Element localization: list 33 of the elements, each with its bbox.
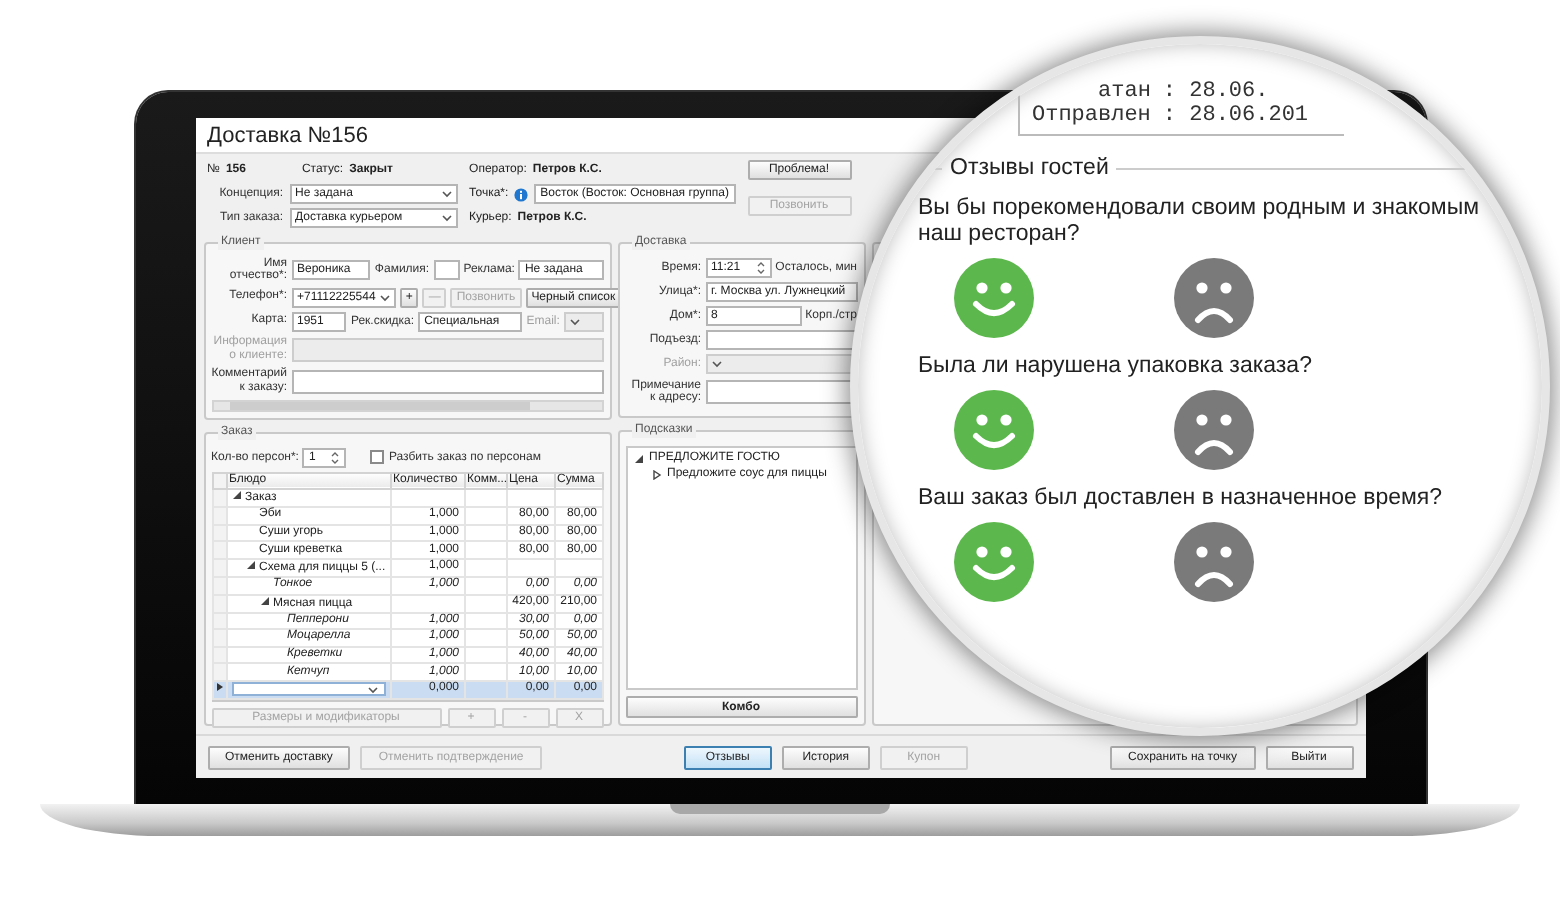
question-text: Была ли нарушена упаковка заказа? — [918, 354, 1314, 380]
sad-face-icon[interactable] — [1174, 390, 1254, 470]
spin-arrows-icon[interactable] — [755, 260, 766, 276]
caret-icon — [379, 293, 390, 302]
smiley-face-icon[interactable] — [954, 258, 1034, 338]
checkbox[interactable] — [370, 450, 385, 465]
smiley-face-icon[interactable] — [954, 522, 1034, 602]
question-text: Ваш заказ был доставлен в назначенное время? — [918, 486, 1445, 512]
dropdown-field[interactable] — [231, 682, 385, 697]
expander-icon[interactable] — [245, 559, 255, 570]
spin-arrows-icon[interactable] — [330, 449, 341, 466]
info-icon — [514, 187, 529, 201]
sad-face-icon[interactable] — [1174, 522, 1254, 602]
expander-icon[interactable] — [633, 454, 643, 464]
caret-icon — [441, 214, 452, 222]
caret-icon — [441, 190, 452, 198]
input-field[interactable] — [705, 330, 857, 350]
question-text: Вы бы порекомендовали своим родным и знакомым наш ресторан? — [918, 196, 1482, 248]
horizontal-scrollbar[interactable] — [211, 399, 603, 412]
caret-icon — [569, 317, 580, 326]
smiley-face-icon[interactable] — [954, 390, 1034, 470]
text-area[interactable] — [291, 369, 603, 394]
expander-icon[interactable] — [259, 595, 269, 606]
group-title: Отзывы гостей — [950, 156, 1109, 180]
caret-icon — [711, 360, 721, 368]
row-pointer-icon — [215, 681, 223, 692]
record-label: атан — [1096, 80, 1151, 104]
expander-icon[interactable] — [231, 490, 241, 501]
input-field[interactable] — [433, 260, 460, 281]
record-value: : 28.06. — [1162, 80, 1271, 104]
caret-icon — [367, 685, 377, 694]
expander-icon[interactable] — [651, 470, 661, 480]
sad-face-icon[interactable] — [1174, 258, 1254, 338]
